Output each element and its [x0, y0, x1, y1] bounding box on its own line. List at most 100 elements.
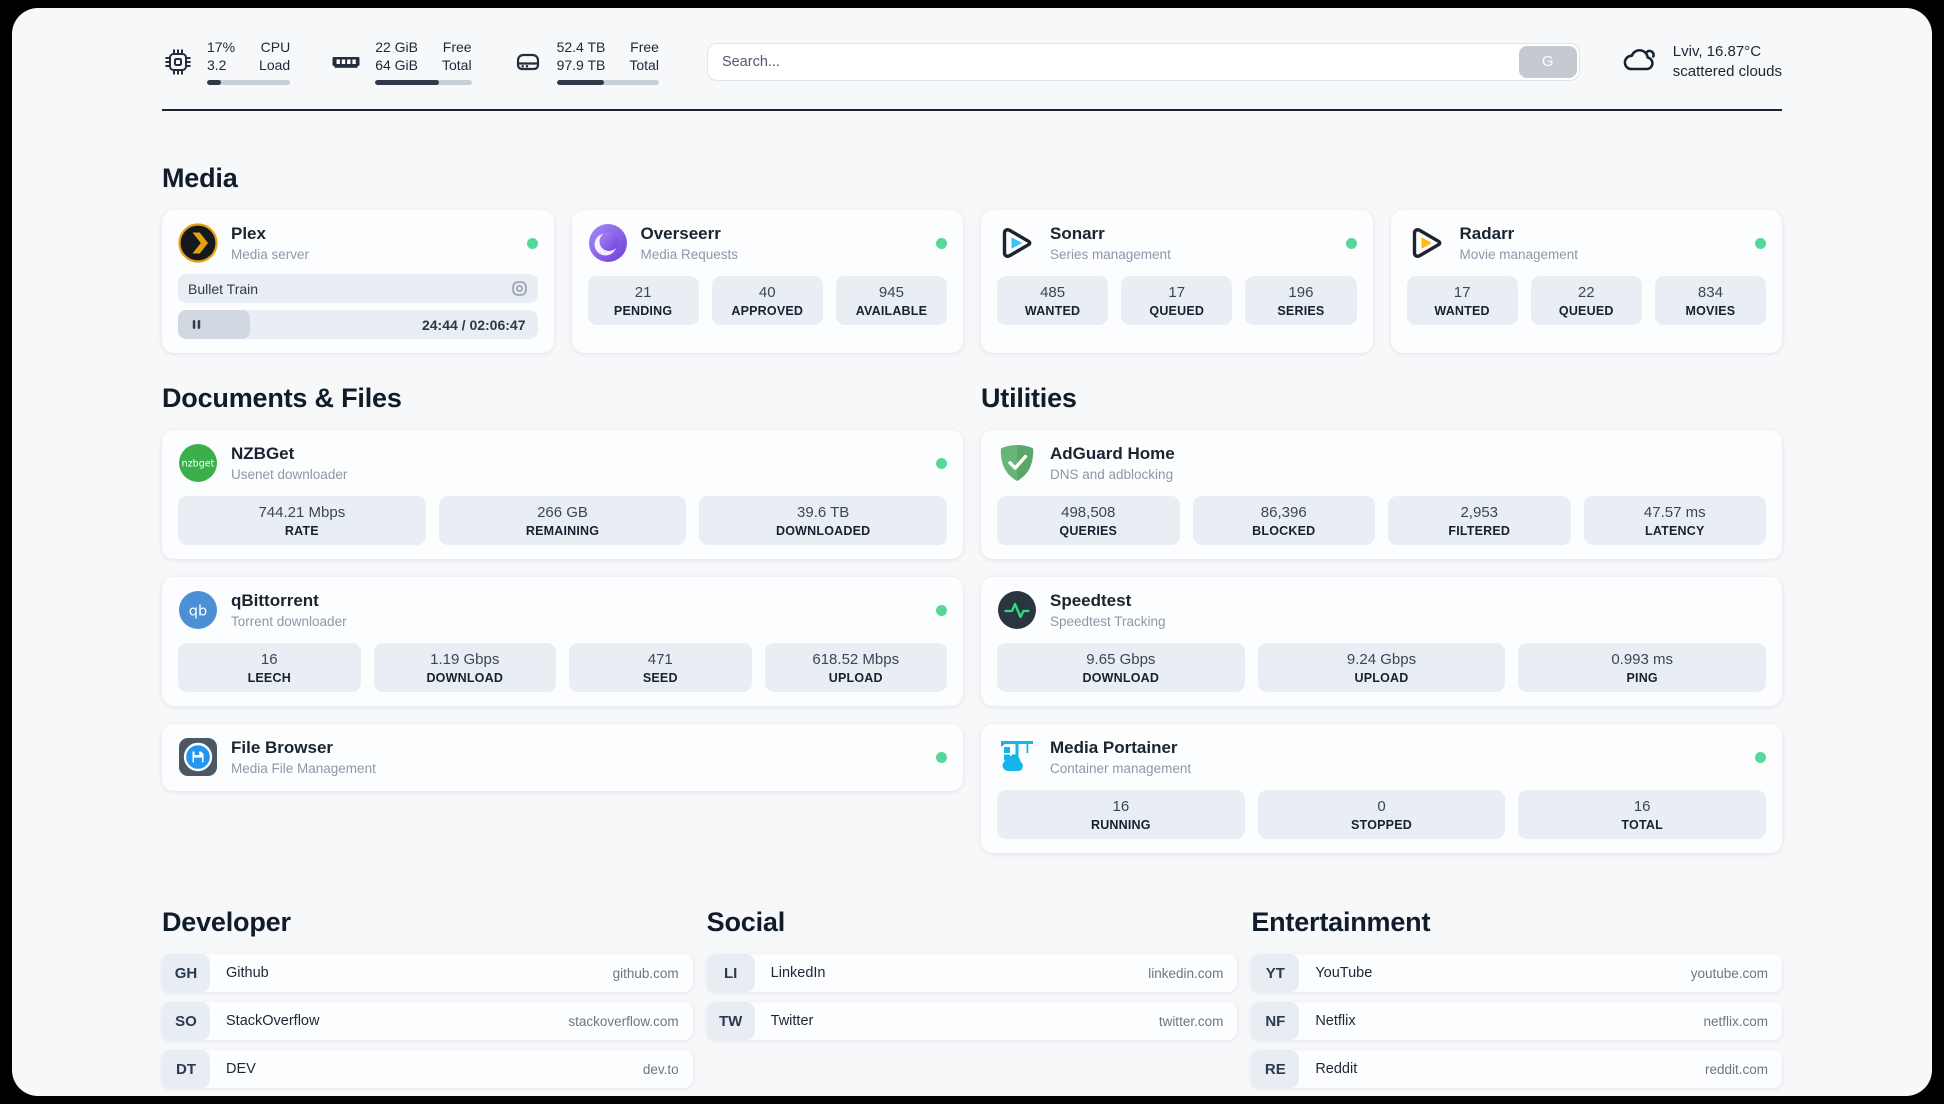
- bookmark-link[interactable]: GH Github github.com: [162, 954, 693, 992]
- bookmark-link[interactable]: RE Reddit reddit.com: [1251, 1050, 1782, 1088]
- stat-pill: 471 SEED: [569, 643, 752, 692]
- online-status-dot: [526, 237, 538, 249]
- app-subtitle: Series management: [1050, 247, 1171, 262]
- stat-pill: 618.52 Mbps UPLOAD: [764, 643, 947, 692]
- card-nzbget[interactable]: nzbget NZBGet Usenet downloader 744.21 Mbps…: [162, 430, 963, 559]
- filebrowser-card-head: File Browser Media File Management: [178, 737, 947, 777]
- stat-label: DOWNLOAD: [426, 671, 504, 685]
- bookmark-link[interactable]: YT YouTube youtube.com: [1251, 954, 1782, 992]
- stat-pill: 17 WANTED: [1406, 276, 1518, 325]
- bookmark-url: dev.to: [642, 1061, 679, 1077]
- bookmark-link[interactable]: LI LinkedIn linkedin.com: [706, 954, 1238, 992]
- stat-pill: 0 STOPPED: [1257, 790, 1506, 839]
- online-status-dot: [1345, 237, 1357, 249]
- cpu-progress-fill: [207, 80, 222, 85]
- app-title: Radarr: [1459, 224, 1515, 243]
- stat-value: 9.65 Gbps: [1086, 651, 1156, 668]
- stat-pill: 16 LEECH: [178, 643, 361, 692]
- bookmark-link[interactable]: SO StackOverflow stackoverflow.com: [162, 1002, 693, 1040]
- cpu-stat-values: 17% 3.2 CPU Load: [207, 38, 291, 85]
- search-engine-button[interactable]: G: [1518, 45, 1577, 78]
- stat-label: MOVIES: [1685, 304, 1736, 318]
- svg-text:qb: qb: [189, 604, 207, 620]
- utilities-column: Utilities AdGuard Home DNS and adblocking…: [981, 383, 1782, 853]
- app-subtitle: DNS and adblocking: [1050, 467, 1174, 482]
- bookmark-url: github.com: [612, 965, 679, 981]
- card-overseerr[interactable]: Overseerr Media Requests 21 PENDING 40 APPROV…: [571, 210, 963, 353]
- card-radarr[interactable]: Radarr Movie management 17 WANTED 22 QUEUED 83…: [1390, 210, 1782, 353]
- card-sonarr[interactable]: Sonarr Series management 485 WANTED 17 QUEUED…: [981, 210, 1373, 353]
- stat-label: QUEUED: [1149, 304, 1205, 318]
- header: 17% 3.2 CPU Load 22 GiB 64 GiB Free Total 52.4 T…: [162, 38, 1782, 85]
- nzbget-card-head: nzbget NZBGet Usenet downloader: [178, 443, 947, 483]
- ram-stat-labels: Free Total: [442, 39, 472, 73]
- bookmark-url: linkedin.com: [1148, 965, 1224, 981]
- bookmark-link[interactable]: NF Netflix netflix.com: [1251, 1002, 1782, 1040]
- stat-pill: 2,953 FILTERED: [1388, 496, 1571, 545]
- online-status-dot: [936, 751, 947, 763]
- bookmark-abbr-badge: RE: [1251, 1050, 1300, 1088]
- app-subtitle: Media server: [231, 247, 310, 262]
- qbittorrent-icon: qb: [178, 590, 218, 630]
- stat-label: AVAILABLE: [855, 304, 928, 318]
- header-divider: [162, 109, 1782, 111]
- sonarr-icon: [997, 223, 1037, 263]
- card-qbittorrent[interactable]: qb qBittorrent Torrent downloader 16 LEECH 1.…: [162, 577, 963, 706]
- stat-value: 196: [1288, 284, 1314, 301]
- stat-pill: 945 AVAILABLE: [835, 276, 948, 325]
- card-plex[interactable]: Plex Media server Bullet Train 24:44 / 02:0…: [162, 210, 554, 353]
- cpu-stat-labels: CPU Load: [259, 39, 291, 73]
- stat-value: 945: [878, 284, 904, 301]
- stat-pill: 9.65 Gbps DOWNLOAD: [997, 643, 1245, 692]
- radarr-card-head: Radarr Movie management: [1407, 223, 1766, 263]
- stat-pill: 40 APPROVED: [711, 276, 823, 325]
- card-adguard[interactable]: AdGuard Home DNS and adblocking 498,508 QUE…: [981, 430, 1782, 559]
- bookmark-name: YouTube: [1315, 965, 1373, 981]
- overseerr-icon: [588, 223, 628, 263]
- bookmark-link[interactable]: TW Twitter twitter.com: [706, 1002, 1238, 1040]
- radarr-stats-row: 17 WANTED 22 QUEUED 834 MOVIES: [1406, 276, 1767, 325]
- bookmark-abbr-badge: DT: [162, 1050, 210, 1088]
- cpu-stat-numbers: 17% 3.2: [207, 39, 236, 73]
- ram-stat-values: 22 GiB 64 GiB Free Total: [375, 38, 472, 85]
- app-title: File Browser: [231, 738, 334, 757]
- card-filebrowser[interactable]: File Browser Media File Management: [162, 724, 963, 791]
- stat-value: 17: [1168, 284, 1186, 301]
- cloud-icon: [1620, 44, 1660, 79]
- bookmark-name: Reddit: [1315, 1061, 1358, 1077]
- adguard-stats-row: 498,508 QUERIES 86,396 BLOCKED 2,953 FILTERED…: [997, 496, 1766, 545]
- dashboard-window: 17% 3.2 CPU Load 22 GiB 64 GiB Free Total 52.4 T…: [12, 8, 1932, 1096]
- pause-button[interactable]: [190, 318, 203, 331]
- svg-text:nzbget: nzbget: [182, 459, 215, 470]
- bookmark-name: Twitter: [770, 1013, 814, 1029]
- middle-columns: Documents & Files nzbget NZBGet Usenet dow…: [162, 383, 1782, 853]
- sonarr-stats-row: 485 WANTED 17 QUEUED 196 SERIES: [997, 276, 1357, 325]
- online-status-dot: [936, 457, 947, 469]
- stat-label: RATE: [284, 524, 319, 538]
- bookmark-url: youtube.com: [1690, 965, 1768, 981]
- now-playing-title: Bullet Train: [188, 280, 259, 297]
- speedtest-icon: [997, 590, 1037, 630]
- bookmark-url: twitter.com: [1158, 1013, 1224, 1029]
- stat-value: 39.6 TB: [797, 504, 850, 521]
- portainer-card-head: Media Portainer Container management: [997, 737, 1766, 777]
- app-subtitle: Torrent downloader: [231, 614, 347, 629]
- stat-label: PENDING: [613, 304, 673, 318]
- card-portainer[interactable]: Media Portainer Container management 16 RUN…: [981, 724, 1782, 853]
- ram-stat-numbers: 22 GiB 64 GiB: [375, 39, 418, 73]
- search-input[interactable]: [706, 42, 1580, 81]
- bookmark-name: LinkedIn: [770, 965, 826, 981]
- bookmark-columns: Developer GH Github github.com SO StackOverfl…: [162, 907, 1782, 1088]
- stat-value: 21: [634, 284, 652, 301]
- plex-card-head: Plex Media server: [178, 223, 538, 263]
- stat-label: REMAINING: [525, 524, 600, 538]
- stat-pill: 498,508 QUERIES: [997, 496, 1180, 545]
- weather-condition: scattered clouds: [1672, 62, 1782, 80]
- disk-progress-fill: [556, 80, 604, 85]
- bookmark-name: Netflix: [1315, 1013, 1356, 1029]
- card-speedtest[interactable]: Speedtest Speedtest Tracking 9.65 Gbps DOWN…: [981, 577, 1782, 706]
- online-status-dot: [936, 604, 947, 616]
- bookmark-column-entertainment: Entertainment YT YouTube youtube.com NF Netfl…: [1251, 907, 1782, 1088]
- bookmark-link[interactable]: DT DEV dev.to: [162, 1050, 693, 1088]
- bookmark-name: DEV: [226, 1061, 256, 1077]
